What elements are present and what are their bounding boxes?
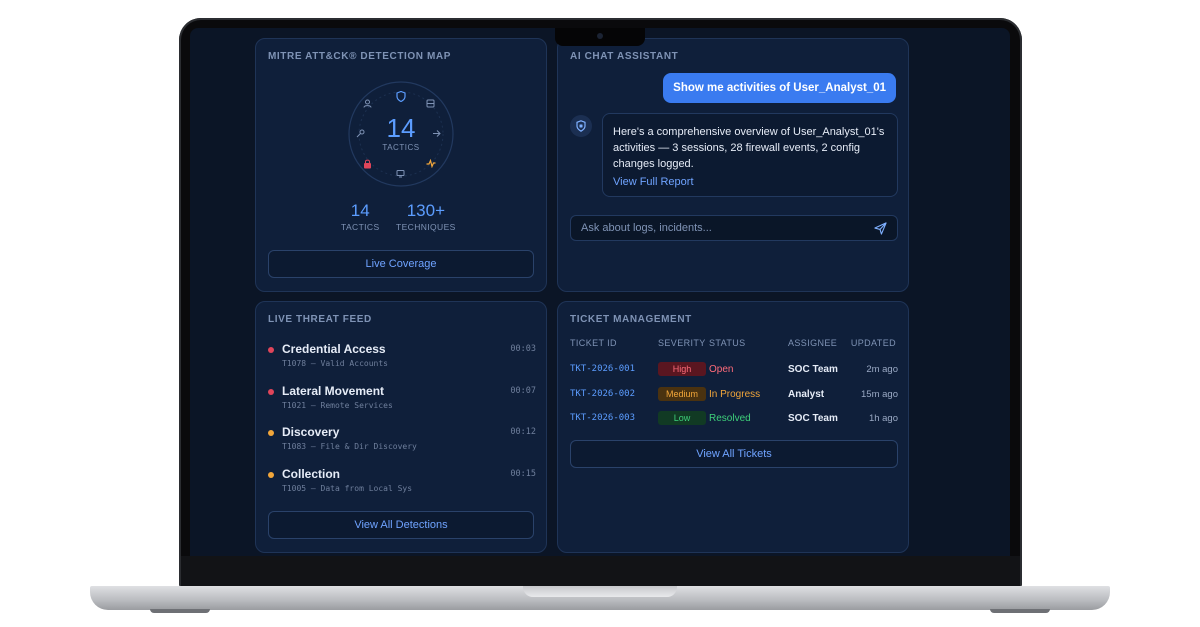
threat-technique: T1005 — Data from Local Sys — [282, 483, 413, 493]
mitre-card-title: MITRE ATT&CK® DETECTION MAP — [268, 51, 452, 62]
ticket-id[interactable]: TKT-2026-002 — [570, 389, 635, 399]
threat-time: 00:07 — [510, 385, 536, 396]
severity-dot-icon — [268, 388, 274, 395]
ticket-updated: 1h ago — [868, 413, 898, 424]
tickets-card-title: TICKET MANAGEMENT — [570, 314, 692, 325]
threat-name: Lateral Movement — [282, 383, 385, 398]
ticket-updated: 2m ago — [866, 364, 898, 375]
ticket-assignee: Analyst — [788, 388, 825, 400]
ticket-assignee: SOC Team — [788, 364, 838, 375]
ai-chat-assistant-card: AI CHAT ASSISTANT Show me activities of … — [557, 38, 909, 292]
severity-badge: Low — [658, 411, 706, 425]
threat-feed-item[interactable]: Credential Access T1078 — Valid Accounts 0… — [268, 342, 536, 374]
ticket-status: In Progress — [709, 388, 761, 400]
col-ticket-id: TICKET ID — [570, 338, 617, 348]
dial-value: 14 — [386, 113, 416, 143]
stat-tactics-value: 14 — [350, 201, 370, 220]
live-coverage-button[interactable]: Live Coverage — [268, 250, 534, 278]
threat-time: 00:15 — [510, 468, 536, 479]
threat-feed-item[interactable]: Discovery T1083 — File & Dir Discovery 00:… — [268, 425, 536, 457]
shield-icon[interactable] — [396, 91, 406, 102]
lock-icon[interactable] — [363, 159, 372, 169]
table-row[interactable]: TKT-2026-003 Low Resolved SOC Team 1h ago — [570, 410, 898, 428]
chat-input-box — [570, 215, 898, 241]
threat-feed-item[interactable]: Lateral Movement T1021 — Remote Services 0… — [268, 384, 536, 416]
ticket-status: Open — [709, 364, 734, 375]
col-updated: UPDATED — [850, 338, 896, 348]
threat-technique: T1083 — File & Dir Discovery — [282, 442, 417, 451]
dashboard-screen: MITRE ATT&CK® DETECTION MAP 14 TACTICS 1… — [190, 28, 1010, 556]
ticket-assignee: SOC Team — [788, 413, 838, 424]
bot-message-bubble: Here's a comprehensive overview of User_… — [602, 113, 898, 197]
laptop-bottom-bezel — [181, 556, 1020, 586]
ticket-status: Resolved — [709, 413, 751, 424]
threat-name: Discovery — [282, 425, 340, 439]
view-full-report-link[interactable]: View Full Report — [613, 174, 887, 190]
threat-feed-item[interactable]: Collection T1005 — Data from Local Sys 00:… — [268, 467, 536, 499]
table-row[interactable]: TKT-2026-001 High Open SOC Team 2m ago — [570, 361, 898, 379]
ticket-id[interactable]: TKT-2026-001 — [570, 364, 635, 374]
severity-badge: Medium — [658, 386, 706, 401]
col-status: STATUS — [709, 338, 746, 348]
ticket-id[interactable]: TKT-2026-003 — [570, 413, 635, 423]
database-icon[interactable] — [426, 99, 435, 108]
severity-dot-icon — [268, 347, 274, 353]
bot-avatar — [570, 115, 592, 137]
ticket-management-card: TICKET MANAGEMENT TICKET ID SEVERITY STA… — [557, 301, 909, 553]
stat-tactics-label: TACTICS — [341, 222, 380, 232]
threat-name: Credential Access — [282, 342, 386, 356]
severity-badge: High — [658, 362, 706, 376]
pulse-icon[interactable] — [426, 159, 436, 168]
threat-name: Collection — [282, 466, 341, 481]
user-icon[interactable] — [363, 99, 372, 108]
user-message-bubble: Show me activities of User_Analyst_01 — [663, 73, 896, 103]
live-threat-feed-card: LIVE THREAT FEED Credential Access T1078 … — [255, 301, 547, 553]
col-assignee: ASSIGNEE — [788, 338, 838, 348]
threat-time: 00:12 — [510, 427, 536, 437]
chat-input[interactable] — [581, 216, 861, 240]
severity-dot-icon — [268, 430, 274, 436]
laptop-foot-left — [150, 609, 210, 613]
chat-card-title: AI CHAT ASSISTANT — [570, 51, 679, 62]
view-all-tickets-button[interactable]: View All Tickets — [570, 440, 898, 468]
dial-label: TACTICS — [382, 143, 420, 152]
threat-time: 00:03 — [510, 344, 536, 354]
stat-techniques: 130+ TECHNIQUES — [396, 201, 456, 232]
stat-techniques-label: TECHNIQUES — [396, 222, 456, 232]
feed-card-title: LIVE THREAT FEED — [268, 314, 372, 325]
camera-icon — [597, 33, 603, 39]
bot-shield-icon — [576, 120, 586, 132]
mitre-detection-map-card: MITRE ATT&CK® DETECTION MAP 14 TACTICS 1… — [255, 38, 547, 292]
laptop-base-groove — [523, 586, 677, 597]
send-icon[interactable] — [874, 222, 887, 235]
col-severity: SEVERITY — [658, 338, 706, 348]
view-all-detections-button[interactable]: View All Detections — [268, 511, 534, 539]
stat-techniques-value: 130+ — [406, 201, 446, 220]
threat-technique: T1021 — Remote Services — [282, 400, 393, 410]
stat-tactics: 14 TACTICS — [341, 201, 380, 232]
laptop-foot-right — [990, 609, 1050, 613]
ticket-updated: 15m ago — [861, 388, 898, 400]
monitor-icon[interactable] — [396, 169, 405, 178]
severity-dot-icon — [268, 471, 274, 478]
threat-technique: T1078 — Valid Accounts — [282, 359, 388, 368]
bot-message-text: Here's a comprehensive overview of User_… — [613, 126, 885, 170]
table-row[interactable]: TKT-2026-002 Medium In Progress Analyst 15m … — [570, 386, 898, 404]
tactics-dial: 14 TACTICS — [346, 79, 456, 189]
